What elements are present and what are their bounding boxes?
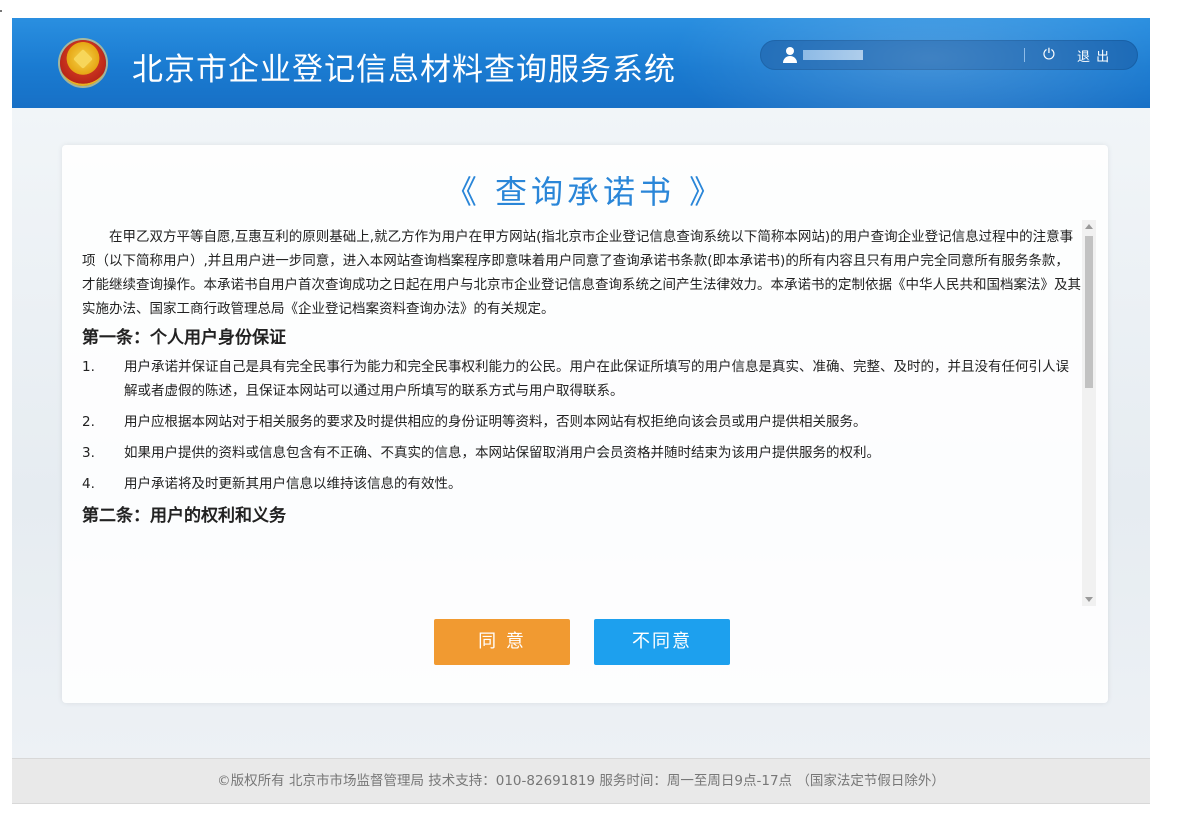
list-item: 1. 用户承诺并保证自己是具有完全民事行为能力和完全民事权利能力的公民。用户在此…: [82, 355, 1082, 403]
list-item: 4. 用户承诺将及时更新其用户信息以维持该信息的有效性。: [82, 472, 1082, 496]
disagree-button[interactable]: 不同意: [594, 619, 730, 665]
content-scrollbar[interactable]: [1082, 220, 1096, 606]
list-item: 2. 用户应根据本网站对于相关服务的要求及时提供相应的身份证明等资料，否则本网站…: [82, 410, 1082, 434]
intro-paragraph: 在甲乙双方平等自愿,互惠互利的原则基础上,就乙方作为用户在甲方网站(指北京市企业…: [82, 229, 1081, 317]
item-number: 3.: [82, 445, 95, 461]
scroll-down-arrow-icon[interactable]: [1085, 597, 1093, 602]
item-text: 用户应根据本网站对于相关服务的要求及时提供相应的身份证明等资料，否则本网站有权拒…: [124, 414, 867, 430]
item-text: 用户承诺并保证自己是具有完全民事行为能力和完全民事权利能力的公民。用户在此保证所…: [124, 359, 1069, 399]
item-number: 2.: [82, 414, 95, 430]
user-name-redacted: [803, 50, 863, 60]
national-emblem-icon: [60, 40, 106, 86]
site-title: 北京市企业登记信息材料查询服务系统: [132, 52, 676, 88]
item-text: 用户承诺将及时更新其用户信息以维持该信息的有效性。: [124, 476, 462, 492]
agreement-title: 《 查询承诺书 》: [444, 173, 726, 211]
power-icon[interactable]: ⏻: [1043, 46, 1059, 62]
agreement-panel: 《 查询承诺书 》 在甲乙双方平等自愿,互惠互利的原则基础上,就乙方作为用户在甲…: [62, 145, 1108, 703]
corner-dot: [0, 10, 2, 12]
divider: [1024, 48, 1025, 62]
item-number: 4.: [82, 476, 95, 492]
item-text: 如果用户提供的资料或信息包含有不正确、不真实的信息，本网站保留取消用户会员资格并…: [124, 445, 880, 461]
section-heading-2: 第二条：用户的权利和义务: [82, 506, 286, 526]
item-number: 1.: [82, 359, 95, 375]
agreement-content[interactable]: 在甲乙双方平等自愿,互惠互利的原则基础上,就乙方作为用户在甲方网站(指北京市企业…: [82, 225, 1082, 613]
section-heading-1: 第一条：个人用户身份保证: [82, 328, 286, 348]
agree-button[interactable]: 同 意: [434, 619, 570, 665]
logout-button[interactable]: 退 出: [1077, 46, 1110, 65]
site-header: 北京市企业登记信息材料查询服务系统 ⏻ 退 出: [12, 18, 1150, 108]
user-icon: [783, 47, 797, 63]
scroll-up-arrow-icon[interactable]: [1085, 224, 1093, 229]
scroll-thumb[interactable]: [1085, 236, 1093, 388]
page-footer: ©版权所有 北京市市场监督管理局 技术支持：010-82691819 服务时间：…: [12, 758, 1150, 804]
list-item: 3. 如果用户提供的资料或信息包含有不正确、不真实的信息，本网站保留取消用户会员…: [82, 441, 1082, 465]
user-bar: ⏻ 退 出: [760, 40, 1138, 70]
